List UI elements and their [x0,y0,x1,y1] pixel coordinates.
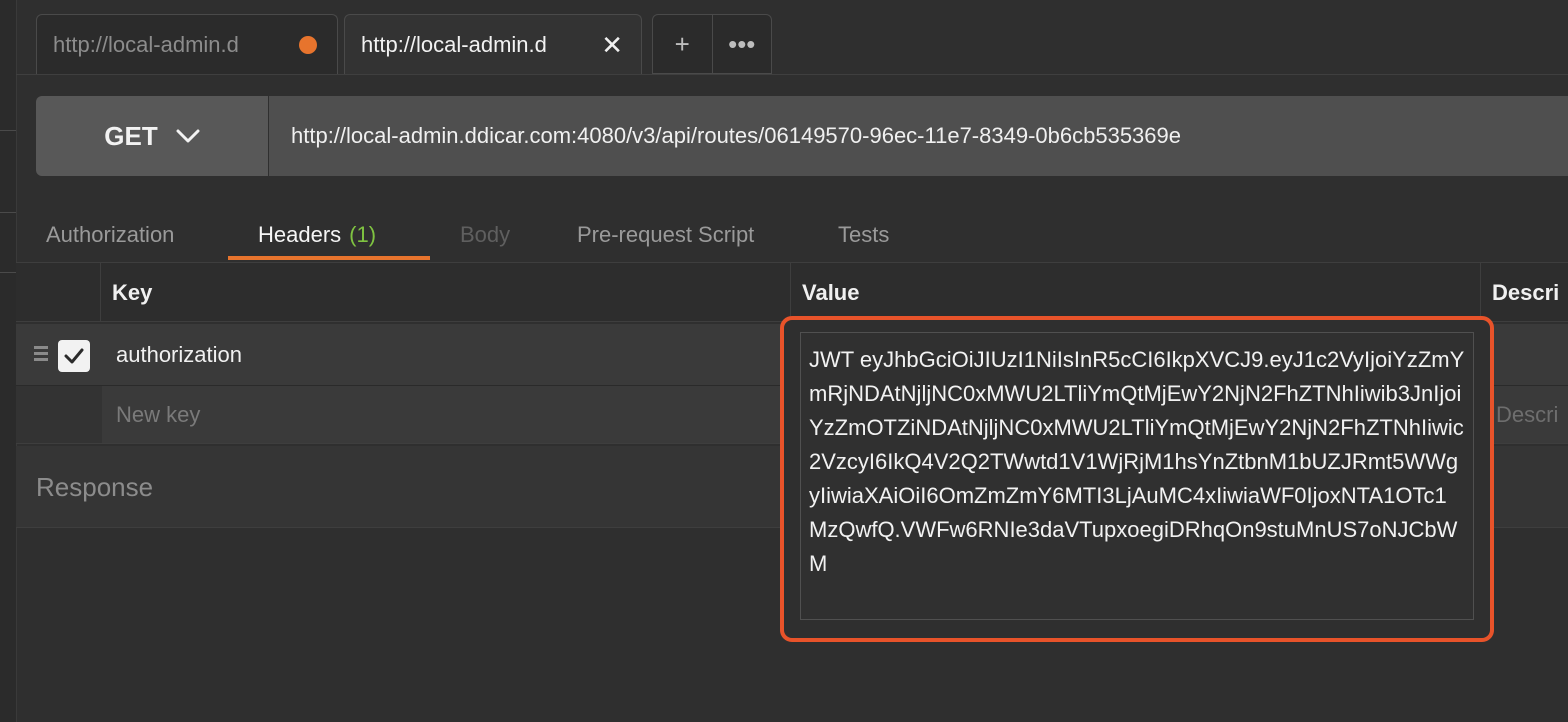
tab-label: Headers [258,222,342,247]
tab-label: Pre-request Script [577,222,755,247]
url-text: http://local-admin.ddicar.com:4080/v3/ap… [291,123,1181,148]
column-value: Value [802,280,860,305]
active-tab-indicator [228,256,430,260]
plus-icon[interactable]: + [653,15,712,73]
tab-tools: + ••• [652,14,772,74]
tab-prerequest-script[interactable]: Pre-request Script [577,210,754,260]
tab-title: http://local-admin.d [361,31,547,57]
sidebar-divider [0,212,16,213]
headers-count-badge: (1) [349,222,377,247]
header-value-textarea[interactable]: JWT eyJhbGciOiJIUzI1NiIsInR5cCI6IkpXVCJ9… [800,332,1474,620]
ellipsis-icon[interactable]: ••• [711,15,772,73]
column-key: Key [112,280,153,305]
tab-tests[interactable]: Tests [838,210,889,260]
response-label: Response [36,471,154,502]
table-header: Key Value Descri [16,262,1568,322]
drag-handle-icon[interactable] [34,346,48,364]
close-icon[interactable]: ✕ [601,32,623,58]
tab-label: Body [460,222,511,247]
tab-label: Tests [838,222,890,247]
sidebar-divider [0,130,16,131]
chevron-down-icon [176,129,200,143]
tab-title: http://local-admin.d [53,31,239,57]
method-label: GET [104,120,158,151]
method-select[interactable]: GET [36,96,268,176]
tab-headers[interactable]: Headers (1) [258,210,376,260]
sidebar-edge [0,0,17,722]
header-enabled-checkbox[interactable] [58,340,90,372]
request-tab-2[interactable]: http://local-admin.d ✕ [344,14,642,74]
tab-body[interactable]: Body [460,210,510,260]
header-key[interactable]: authorization [116,324,242,386]
checkmark-icon [64,348,84,364]
value-highlight-box: JWT eyJhbGciOiJIUzI1NiIsInR5cCI6IkpXVCJ9… [780,316,1494,642]
new-description-input[interactable]: Descri [1482,386,1568,443]
new-key-input[interactable]: New key [102,386,790,443]
url-input[interactable]: http://local-admin.ddicar.com:4080/v3/ap… [269,96,1568,176]
sidebar-divider [0,272,16,273]
column-divider [100,262,101,322]
unsaved-dot-icon [299,35,317,54]
request-tab-1[interactable]: http://local-admin.d [36,14,338,74]
tab-authorization[interactable]: Authorization [46,210,174,260]
tabs-divider [16,74,1568,75]
tab-label: Authorization [46,222,175,247]
column-description: Descri [1492,280,1560,305]
